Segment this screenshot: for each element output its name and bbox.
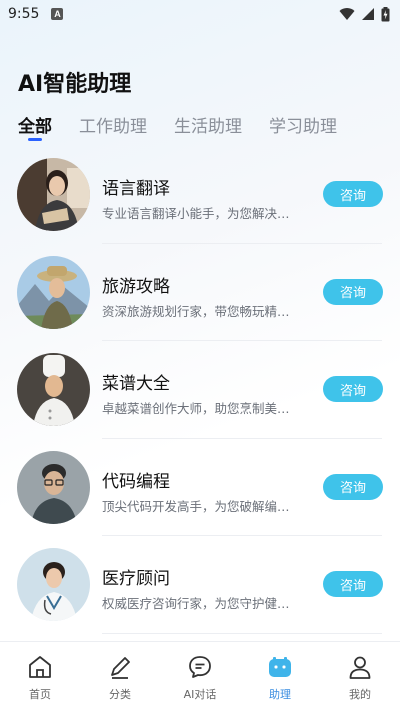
assistant-desc: 权威医疗咨询行家，为您守护健… (102, 596, 290, 611)
nav-label: 首页 (29, 688, 51, 701)
nav-home[interactable]: 首页 (0, 642, 80, 702)
tab-all[interactable]: 全部 (18, 112, 52, 137)
assistant-name: 医疗顾问 (102, 569, 170, 589)
pencil-icon (111, 657, 130, 679)
assistant-desc: 卓越菜谱创作大师，助您烹制美… (102, 401, 290, 416)
assistant-desc: 顶尖代码开发高手，为您破解编… (102, 498, 290, 514)
wifi-icon (339, 8, 355, 20)
list-item[interactable]: 旅游攻略 资深旅游规划行家，带您畅玩精… 咨询 (0, 244, 400, 342)
assistant-name: 语言翻译 (102, 179, 170, 199)
avatar (17, 548, 90, 622)
list-item[interactable]: 菜谱大全 卓越菜谱创作大师，助您烹制美… 咨询 (0, 341, 400, 439)
nav-ai-chat[interactable]: AI对话 (160, 642, 240, 702)
consult-button[interactable]: 咨询 (323, 376, 383, 402)
list-item[interactable]: 语言翻译 专业语言翻译小能手，为您解决… 咨询 (0, 146, 400, 244)
bottom-nav: 首页 分类 AI对话 助理 我的 (0, 641, 400, 712)
avatar (17, 353, 90, 427)
category-tabs: 全部 工作助理 生活助理 学习助理 (18, 112, 337, 141)
user-icon (349, 656, 371, 679)
assistant-list: 语言翻译 专业语言翻译小能手，为您解决… 咨询 旅游攻略 资深旅游规划行家，带您… (0, 146, 400, 634)
nav-label: 我的 (349, 688, 371, 701)
tab-life[interactable]: 生活助理 (174, 112, 242, 137)
nav-assistant[interactable]: 助理 (240, 642, 320, 702)
nav-label: 助理 (269, 688, 291, 701)
assistant-desc: 资深旅游规划行家，带您畅玩精… (102, 303, 290, 319)
tab-study[interactable]: 学习助理 (269, 112, 337, 137)
nav-mine[interactable]: 我的 (320, 642, 400, 702)
chat-bubble-icon (189, 656, 211, 678)
avatar (17, 255, 90, 329)
assistant-name: 代码编程 (102, 471, 170, 492)
tab-work[interactable]: 工作助理 (79, 112, 147, 137)
active-tab-indicator (28, 138, 42, 141)
nav-category[interactable]: 分类 (80, 642, 160, 702)
assistant-name: 菜谱大全 (102, 374, 170, 394)
home-icon (29, 656, 51, 678)
assistant-name: 旅游攻略 (102, 276, 170, 297)
nav-label: 分类 (109, 688, 131, 701)
avatar (17, 158, 90, 232)
consult-button[interactable]: 咨询 (323, 571, 383, 597)
nav-label: AI对话 (183, 688, 217, 701)
avatar (17, 450, 90, 524)
page-title: AI智能助理 (18, 72, 132, 97)
consult-button[interactable]: 咨询 (323, 473, 383, 500)
robot-icon (269, 657, 291, 677)
assistant-desc: 专业语言翻译小能手，为您解决… (102, 206, 290, 221)
status-bar: 9:55 A (0, 0, 400, 28)
status-time: 9:55 (8, 6, 40, 22)
notification-a-icon: A (51, 8, 64, 20)
list-item[interactable]: 代码编程 顶尖代码开发高手，为您破解编… 咨询 (0, 439, 400, 537)
battery-icon (381, 6, 390, 21)
signal-icon (362, 8, 374, 20)
consult-button[interactable]: 咨询 (323, 181, 383, 207)
list-item[interactable]: 医疗顾问 权威医疗咨询行家，为您守护健… 咨询 (0, 536, 400, 634)
consult-button[interactable]: 咨询 (323, 278, 383, 305)
